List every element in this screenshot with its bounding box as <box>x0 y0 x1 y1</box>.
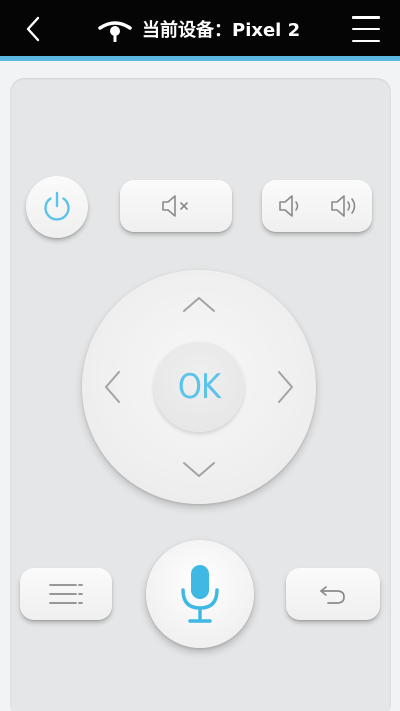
back-button[interactable] <box>18 14 48 44</box>
device-logo-icon <box>98 21 132 42</box>
device-title: 当前设备：Pixel 2 <box>98 16 300 42</box>
return-icon <box>320 586 345 604</box>
dpad-down-button[interactable] <box>177 448 221 492</box>
volume-mute-icon <box>162 195 188 217</box>
volume-down-icon <box>278 195 298 217</box>
chevron-left-icon <box>26 16 40 42</box>
volume-up-button[interactable] <box>317 180 372 232</box>
page-title: 当前设备：Pixel 2 <box>142 20 301 41</box>
chevron-down-icon <box>183 462 215 477</box>
dpad-left-button[interactable] <box>90 365 134 409</box>
chevron-up-icon <box>183 297 215 312</box>
ok-label: OK <box>177 367 221 407</box>
hamburger-menu-button[interactable] <box>352 16 380 42</box>
ok-button[interactable]: OK <box>154 342 244 432</box>
chevron-right-icon <box>278 371 293 403</box>
direction-pad: OK <box>82 270 316 504</box>
hamburger-line <box>352 39 380 42</box>
voice-button[interactable] <box>146 540 254 648</box>
volume-control <box>262 180 372 232</box>
power-button[interactable] <box>26 176 88 238</box>
dpad-up-button[interactable] <box>177 282 221 326</box>
mute-button[interactable] <box>120 180 232 232</box>
menu-button[interactable] <box>20 568 112 620</box>
return-button[interactable] <box>286 568 380 620</box>
volume-up-icon <box>330 195 355 217</box>
accent-strip <box>0 56 400 61</box>
chevron-left-icon <box>105 371 120 403</box>
dpad-right-button[interactable] <box>264 365 308 409</box>
list-menu-icon <box>49 584 83 604</box>
hamburger-menu-icon <box>352 16 380 19</box>
volume-down-button[interactable] <box>262 180 317 232</box>
top-bar: 当前设备：Pixel 2 <box>0 0 400 56</box>
microphone-icon <box>181 565 219 623</box>
power-icon <box>44 191 70 221</box>
hamburger-line <box>352 27 380 31</box>
